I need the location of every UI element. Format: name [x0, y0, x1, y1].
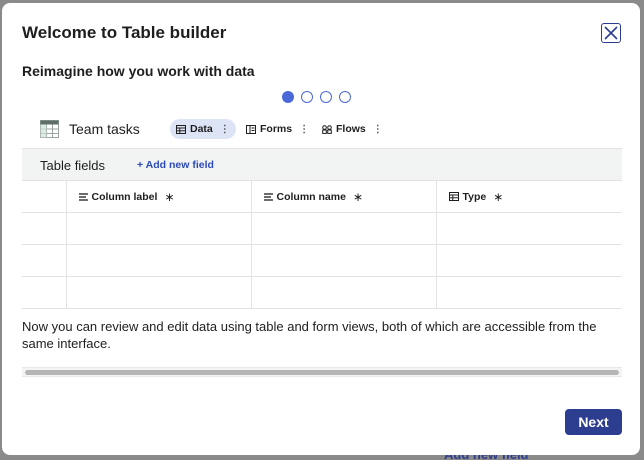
tab-label: Flows	[336, 123, 366, 135]
app-table-icon	[40, 120, 59, 138]
more-options-icon[interactable]: ⋮	[373, 124, 383, 135]
table-cell	[22, 212, 67, 245]
column-header-label: Type	[462, 190, 487, 203]
tab-flows[interactable]: Flows ⋮	[316, 119, 389, 139]
modal-description: Now you can review and edit data using t…	[22, 319, 597, 351]
table-icon	[448, 192, 459, 201]
tab-label: Forms	[260, 123, 293, 135]
modal-subtitle: Reimagine how you work with data	[22, 63, 255, 79]
table-row	[22, 276, 622, 309]
column-header: Type ∗	[435, 180, 622, 213]
more-options-icon[interactable]: ⋮	[299, 124, 309, 135]
flow-icon	[322, 124, 332, 134]
table-header-row: Column label ∗ Column name ∗ Type ∗	[22, 180, 622, 213]
step-dot-2[interactable]	[301, 91, 313, 103]
row-handle-header	[22, 180, 67, 213]
table-cell[interactable]	[435, 276, 622, 309]
table-icon	[176, 124, 186, 134]
table-cell[interactable]	[250, 212, 437, 245]
table-cell	[22, 244, 67, 277]
welcome-modal: Welcome to Table builder Reimagine how y…	[2, 3, 640, 455]
table-cell[interactable]	[250, 244, 437, 277]
table-fields-bar: Table fields + Add new field	[22, 148, 622, 180]
table-cell[interactable]	[250, 276, 437, 309]
tab-label: Data	[190, 123, 213, 135]
scrollbar-thumb[interactable]	[25, 370, 619, 375]
next-button[interactable]: Next	[565, 409, 622, 435]
table-row	[22, 244, 622, 277]
tab-forms[interactable]: Forms ⋮	[240, 119, 315, 139]
table-cell[interactable]	[435, 244, 622, 277]
app-title: Team tasks	[69, 121, 140, 137]
more-options-icon[interactable]: ⋮	[220, 124, 230, 135]
required-marker: ∗	[352, 189, 363, 204]
horizontal-scrollbar[interactable]	[22, 367, 622, 377]
add-new-field-link[interactable]: + Add new field	[137, 159, 214, 171]
fields-table: Column label ∗ Column name ∗ Type ∗	[22, 180, 622, 309]
step-dot-4[interactable]	[339, 91, 351, 103]
close-icon	[604, 26, 618, 40]
column-header: Column label ∗	[65, 180, 252, 213]
required-marker: ∗	[493, 189, 504, 204]
preview-header: Team tasks Data ⋮ Forms ⋮ Flows ⋮	[22, 118, 622, 146]
column-header: Column name ∗	[250, 180, 437, 213]
step-indicator	[282, 91, 351, 103]
step-dot-1[interactable]	[282, 91, 294, 103]
modal-title: Welcome to Table builder	[22, 23, 227, 42]
table-cell[interactable]	[65, 244, 252, 277]
table-fields-title: Table fields	[40, 158, 106, 173]
column-header-label: Column label	[91, 190, 158, 203]
table-cell	[22, 276, 67, 309]
table-cell[interactable]	[65, 276, 252, 309]
tab-data[interactable]: Data ⋮	[170, 119, 236, 139]
text-lines-icon	[263, 192, 273, 201]
step-dot-3[interactable]	[320, 91, 332, 103]
table-row	[22, 212, 622, 245]
required-marker: ∗	[164, 189, 175, 204]
text-lines-icon	[78, 192, 88, 201]
form-icon	[246, 124, 256, 134]
table-cell[interactable]	[65, 212, 252, 245]
table-cell[interactable]	[435, 212, 622, 245]
close-button[interactable]	[601, 23, 621, 43]
column-header-label: Column name	[276, 190, 346, 203]
